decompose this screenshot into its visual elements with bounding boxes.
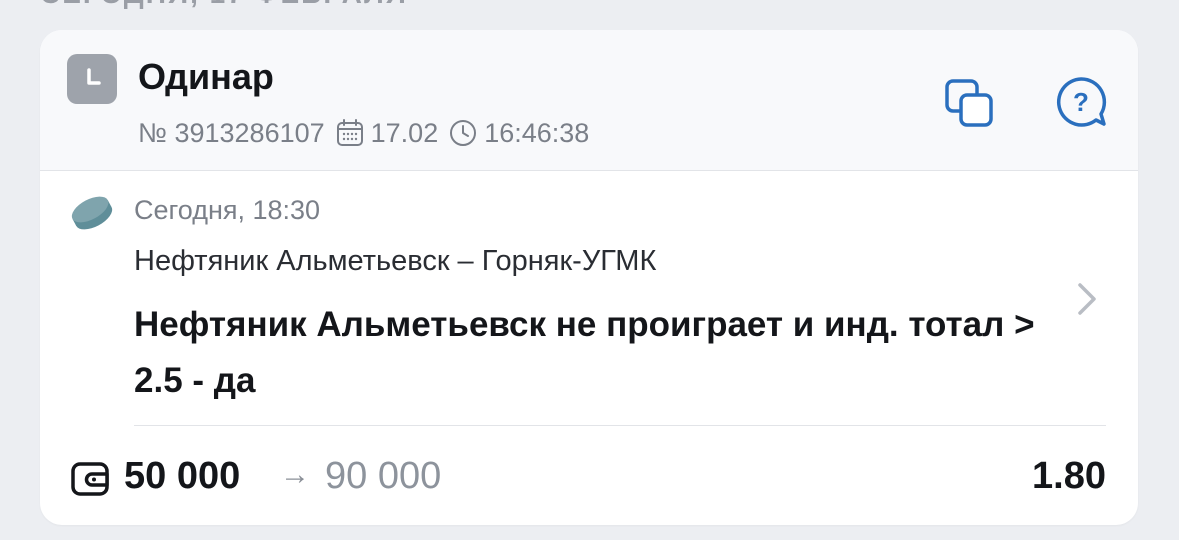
event-row[interactable]: Сегодня, 18:30 Нефтяник Альметьевск – Го… bbox=[40, 171, 1138, 426]
bet-outcome: Нефтяник Альметьевск не проиграет и инд.… bbox=[134, 305, 1035, 400]
chevron-right-icon bbox=[1078, 283, 1096, 315]
hockey-puck-icon bbox=[71, 196, 113, 230]
bet-card: Одинар № 3913286107 17.02 16:46:38 ? Сег… bbox=[40, 30, 1138, 525]
bet-date: 17.02 bbox=[335, 117, 439, 149]
divider bbox=[134, 425, 1106, 426]
bet-meta: № 3913286107 17.02 16:46:38 bbox=[138, 116, 589, 150]
calendar-icon bbox=[336, 119, 363, 146]
help-button[interactable]: ? bbox=[1050, 72, 1112, 134]
event-start-time: Сегодня, 18:30 bbox=[134, 195, 321, 225]
bet-date-value: 17.02 bbox=[370, 117, 439, 148]
question-chat-icon: ? bbox=[1056, 77, 1107, 127]
stake-amount: 50 000 bbox=[124, 455, 241, 497]
event-teams: Нефтяник Альметьевск – Горняк-УГМК bbox=[134, 245, 657, 277]
copy-button[interactable] bbox=[938, 72, 1000, 134]
bet-card-header: Одинар № 3913286107 17.02 16:46:38 ? bbox=[40, 30, 1138, 171]
wallet-icon bbox=[71, 462, 109, 496]
time-icon bbox=[450, 120, 477, 146]
odds-value: 1.80 bbox=[1032, 455, 1106, 497]
bet-time-value: 16:46:38 bbox=[484, 117, 590, 148]
section-date-header: СЕГОДНЯ, 17 ФЕВРАЛЯ bbox=[40, 0, 408, 10]
svg-text:?: ? bbox=[1073, 87, 1089, 117]
bet-type-title: Одинар bbox=[138, 56, 274, 97]
potential-payout: 90 000 bbox=[325, 455, 442, 497]
copy-icon bbox=[945, 79, 993, 127]
bet-time: 16:46:38 bbox=[448, 118, 589, 149]
bet-number: № 3913286107 bbox=[138, 117, 325, 148]
clock-icon bbox=[67, 54, 117, 104]
arrow-right-icon: → bbox=[280, 458, 310, 491]
bet-footer: 50 000 → 90 000 1.80 bbox=[40, 430, 1138, 525]
